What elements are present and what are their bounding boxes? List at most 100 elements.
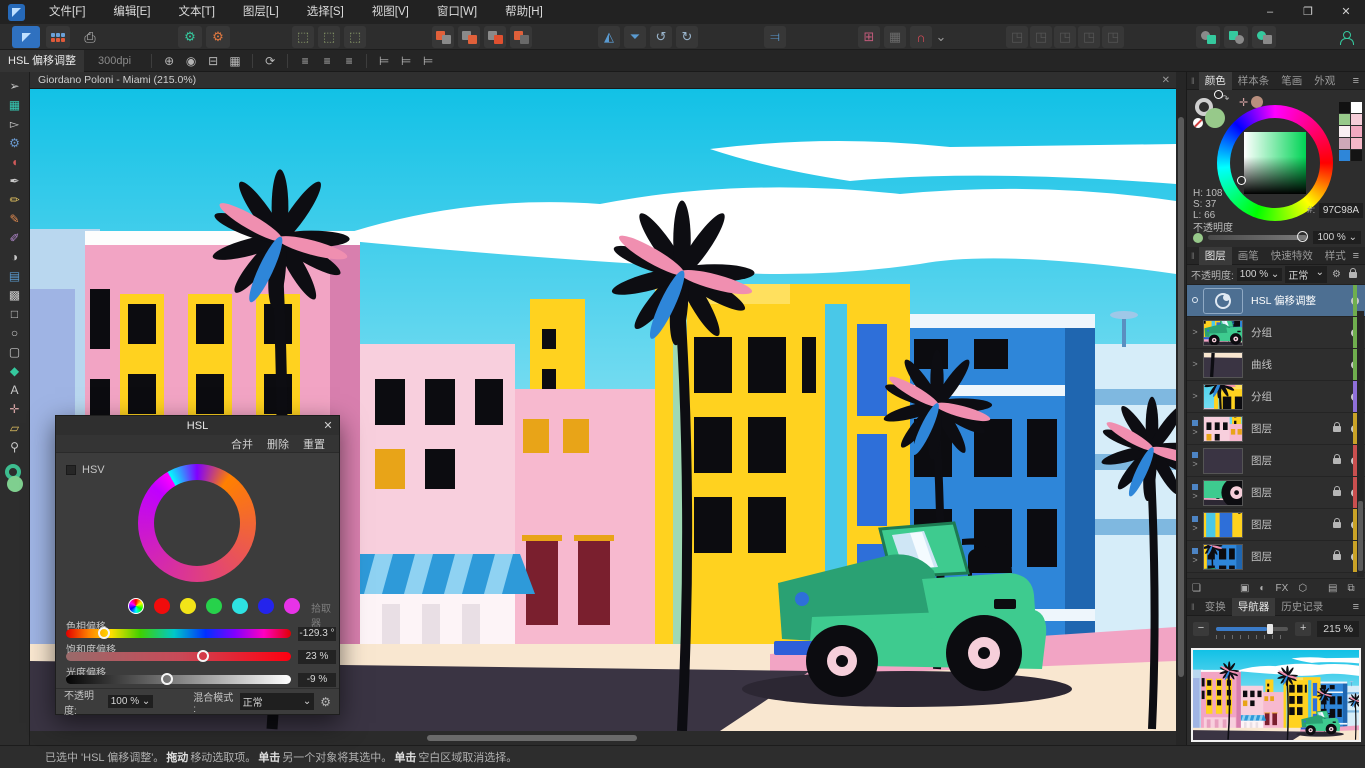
hsl-dialog-close-icon[interactable]: ✕ (317, 419, 339, 432)
delete-button[interactable]: 删除 (267, 436, 289, 452)
image-place-tool[interactable]: ▤ (3, 266, 27, 285)
layer-row-blue-building[interactable]: > 图层 (1187, 541, 1365, 573)
tab-transform[interactable]: 变换 (1199, 598, 1232, 616)
hsl-hue-ring[interactable] (138, 464, 256, 582)
layer-row-curve[interactable]: > 曲线 (1187, 349, 1365, 381)
layer-lock-icon[interactable] (1333, 490, 1341, 496)
layer-row-buildings[interactable]: > 图层 (1187, 413, 1365, 445)
hue-marker[interactable] (1237, 176, 1246, 185)
vector-brush-tool[interactable]: ✐ (3, 228, 27, 247)
yellow-channel-swatch[interactable] (180, 598, 196, 614)
hsl-dialog[interactable]: HSL ✕ 合并 删除 重置 HSV 拾取器 色相偏移 -129.3 ° 饱和度… (55, 415, 340, 715)
color-picker-tool[interactable]: ✛ (3, 399, 27, 418)
layer-row-group-palms[interactable]: > 分组 (1187, 381, 1365, 413)
layer-row-pole[interactable]: > 图层 (1187, 509, 1365, 541)
tab-styles[interactable]: 样式 (1319, 247, 1352, 265)
hex-input[interactable]: 97C98A (1319, 203, 1363, 218)
panel-menu-icon[interactable]: ≡ (1353, 601, 1359, 613)
menu-help[interactable]: 帮助[H] (491, 0, 557, 24)
boolean-add-icon[interactable] (432, 26, 454, 48)
expand-chevron-icon[interactable]: > (1187, 392, 1203, 401)
marquee-icon-3[interactable]: ⬚ (344, 26, 366, 48)
minimize-button[interactable]: – (1251, 0, 1289, 24)
align-right-icon[interactable]: ≡ (339, 54, 359, 68)
picker-button[interactable]: 拾取器 (311, 600, 339, 630)
panel-grip-icon[interactable]: ‖ (1191, 251, 1195, 261)
expand-chevron-icon[interactable]: > (1187, 360, 1203, 369)
insert-top-icon[interactable] (1224, 26, 1248, 48)
align-center-icon[interactable]: ≡ (317, 54, 337, 68)
opacity-slider[interactable] (1208, 235, 1307, 240)
channel-swatches[interactable] (128, 598, 310, 614)
corner-tool[interactable]: ⚙ (3, 133, 27, 152)
pattern-icon[interactable]: ⬡ (1298, 583, 1307, 594)
pixel-grid-icon[interactable]: ▦ (225, 54, 245, 68)
tab-swatches[interactable]: 样本条 (1232, 72, 1276, 90)
canvas-vertical-scrollbar[interactable] (1176, 89, 1186, 731)
snap-bounds-icon[interactable]: ⊞ (858, 26, 880, 48)
canvas-horizontal-scrollbar[interactable] (30, 731, 1176, 745)
ellipse-tool[interactable]: ○ (3, 323, 27, 342)
restore-button[interactable]: ❐ (1289, 0, 1327, 24)
zoom-slider[interactable] (1216, 627, 1288, 631)
layer-row-hsl-adjustment[interactable]: HSL 偏移调整 (1187, 285, 1365, 317)
cyan-channel-swatch[interactable] (232, 598, 248, 614)
document-tab[interactable]: Giordano Poloni - Miami (215.0%) (38, 74, 196, 86)
menu-view[interactable]: 视图[V] (358, 0, 423, 24)
navigator-thumbnail[interactable] (1191, 648, 1361, 742)
panel-grip-icon[interactable]: ‖ (1191, 76, 1195, 86)
tab-stroke[interactable]: 笔画 (1275, 72, 1308, 90)
move-tool[interactable]: ➢ (3, 76, 27, 95)
saturation-shift-value[interactable]: 23 % (298, 650, 336, 664)
marquee-icon-2[interactable]: ⬚ (318, 26, 340, 48)
zoom-out-button[interactable]: − (1193, 622, 1209, 636)
order-align-icon[interactable]: ⫤ (764, 26, 786, 48)
pixel-persona-button[interactable] (46, 26, 70, 48)
zoom-value[interactable]: 215 % (1317, 621, 1359, 637)
layer-lock-icon[interactable] (1333, 554, 1341, 560)
sl-marker[interactable] (1214, 90, 1223, 99)
tab-layers[interactable]: 图层 (1199, 247, 1232, 265)
account-icon[interactable] (1334, 26, 1358, 48)
snap-grid-icon[interactable]: ▦ (884, 26, 906, 48)
boolean-subtract-icon[interactable] (458, 26, 480, 48)
tab-appearance[interactable]: 外观 (1308, 72, 1341, 90)
layers-blend-dropdown[interactable]: 正常⌄ (1285, 266, 1327, 283)
layers-opacity-dropdown[interactable]: 100 % ⌄ (1237, 268, 1283, 281)
layer-row-shadow[interactable]: > 图层 (1187, 445, 1365, 477)
boolean-intersect-icon[interactable] (484, 26, 506, 48)
new-layer-icon[interactable]: ▤ (1328, 583, 1337, 594)
node-tool[interactable]: ▻ (3, 114, 27, 133)
zoom-in-button[interactable]: + (1295, 622, 1311, 636)
document-setup-icon[interactable]: ⚙ (178, 26, 202, 48)
menu-select[interactable]: 选择[S] (293, 0, 358, 24)
menu-text[interactable]: 文本[T] (164, 0, 228, 24)
layer-row-sidewalk[interactable]: > 图层 (1187, 477, 1365, 509)
duplicate-layer-icon[interactable]: ❏ (1192, 583, 1201, 594)
marquee-icon-1[interactable]: ⬚ (292, 26, 314, 48)
rectangle-tool[interactable]: □ (3, 304, 27, 323)
insert-inside-icon[interactable] (1252, 26, 1276, 48)
blue-channel-swatch[interactable] (258, 598, 274, 614)
rotate-selection-icon[interactable]: ⟳ (260, 54, 280, 68)
fill-tool[interactable]: ◑ (3, 247, 27, 266)
eyedropper-icon[interactable]: ✛ (1239, 96, 1248, 109)
measure-tool[interactable]: ▱ (3, 418, 27, 437)
fill-stroke-color-wells[interactable] (3, 464, 27, 494)
green-channel-swatch[interactable] (206, 598, 222, 614)
saturation-lightness-box[interactable] (1244, 132, 1306, 194)
menu-layer[interactable]: 图层[L] (229, 0, 293, 24)
recent-swatches[interactable] (1339, 102, 1363, 161)
rotate-cw-icon[interactable]: ↻ (676, 26, 698, 48)
luminosity-shift-value[interactable]: -9 % (298, 673, 336, 687)
tab-history[interactable]: 历史记录 (1275, 598, 1329, 616)
export-persona-button[interactable]: ⎙ (78, 26, 102, 48)
layer-row-group-car[interactable]: > 分组 (1187, 317, 1365, 349)
dialog-opacity-dropdown[interactable]: 100 % ⌄ (108, 695, 154, 708)
flip-vertical-icon[interactable]: ⏷ (624, 26, 646, 48)
artboard-tool[interactable]: ▦ (3, 95, 27, 114)
cycle-selection-box-icon[interactable]: ⊕ (159, 54, 179, 68)
layer-lock-icon[interactable] (1333, 458, 1341, 464)
mask-layer-icon[interactable]: ▣ (1240, 583, 1249, 594)
snapping-dropdown-chevron-icon[interactable]: ⌄ (934, 26, 948, 48)
